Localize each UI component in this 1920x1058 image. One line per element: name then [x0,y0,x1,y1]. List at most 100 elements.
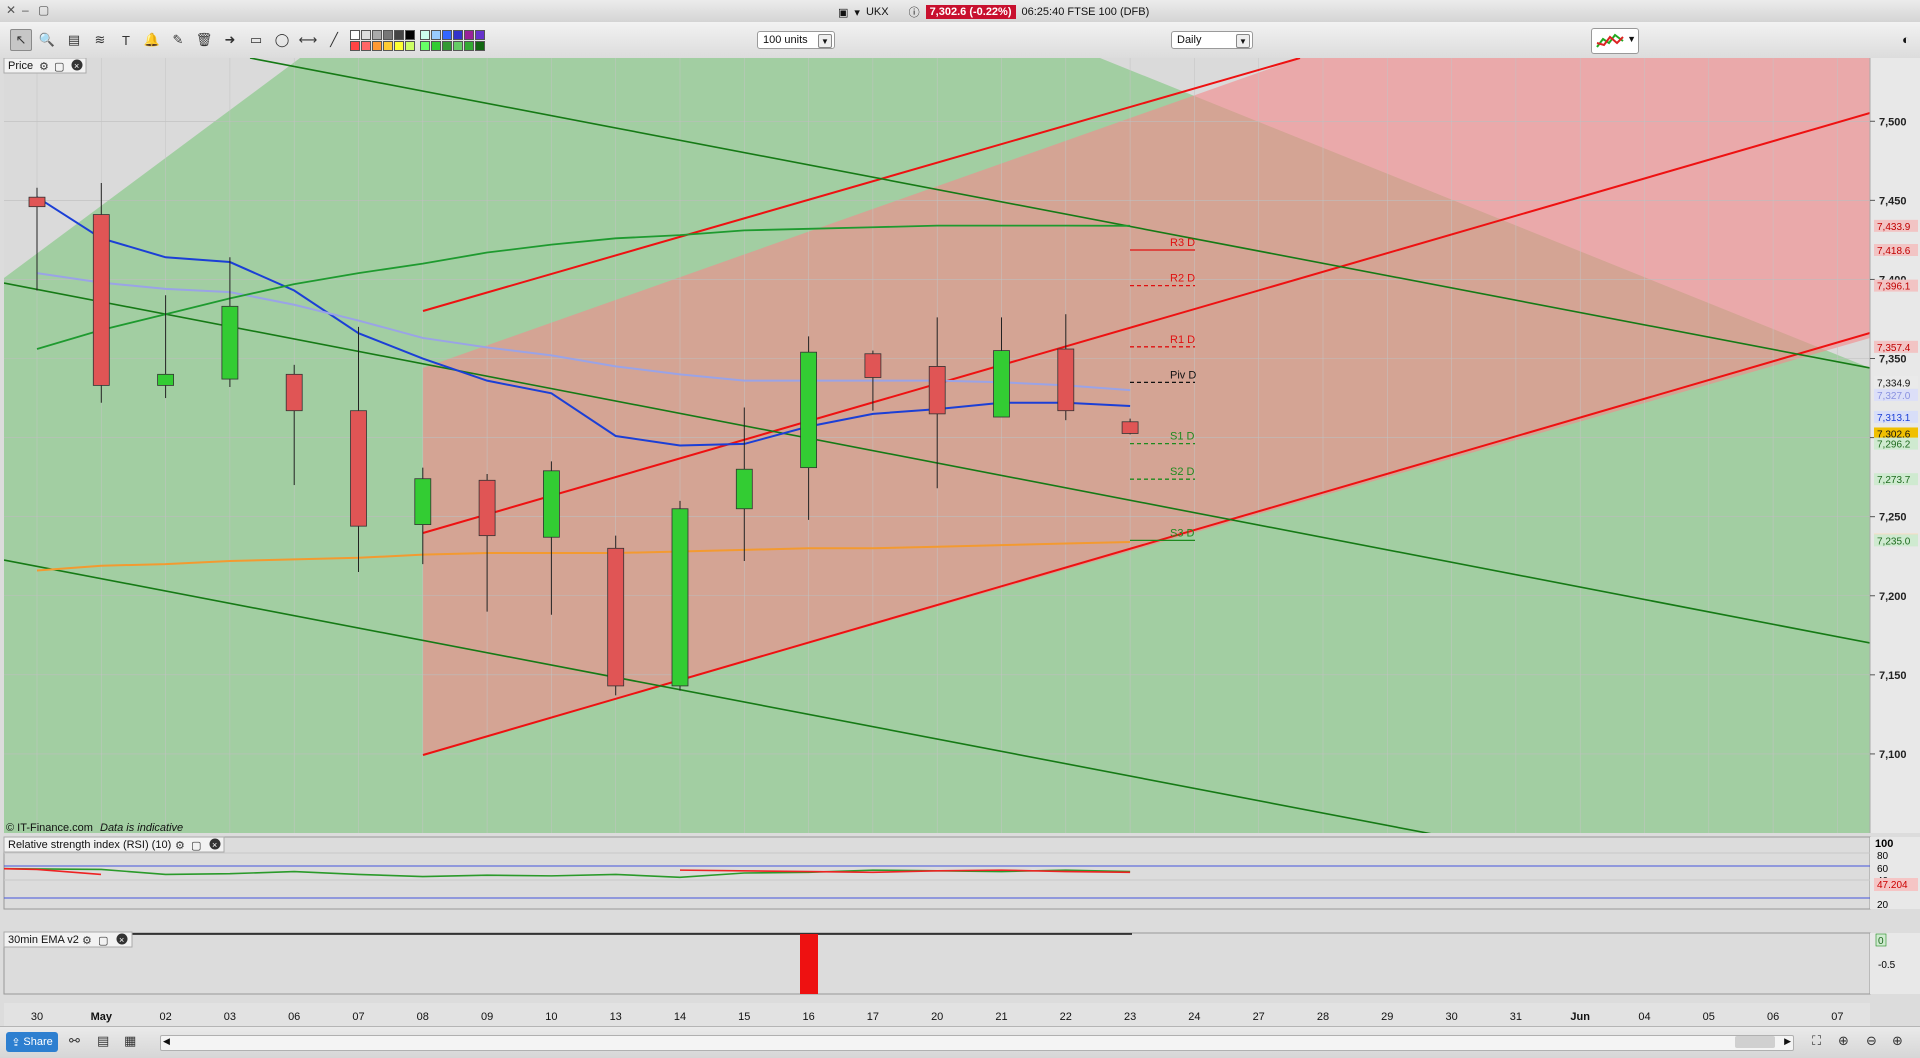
fit-view-icon[interactable]: ⛶ [1812,1033,1821,1049]
chart-area[interactable]: R3 D R2 D R1 D Piv D S1 D S2 D S3 D 7,500 7,450… [0,58,1920,1026]
price-tick-label: 7,150 [1879,670,1907,682]
interval-select[interactable]: Daily ▼ [1171,31,1253,49]
share-button[interactable]: ⇪ Share [6,1032,58,1052]
zoom-tool-icon[interactable]: 🔍 [37,30,57,50]
candle-up [800,351,817,469]
pivot-label: R2 D [1170,273,1195,285]
price-tick-label: 7,500 [1879,116,1907,128]
candle-up [414,478,432,525]
ema-settings-wrench-icon[interactable]: ⚙ [82,935,92,947]
alert-bell-icon[interactable]: 🔔 [142,30,162,50]
rsi-tick-80: 80 [1877,851,1889,862]
trend-line-icon[interactable]: ╱ [324,30,344,50]
candle-up [221,305,239,380]
time-axis-label: 06 [1767,1011,1779,1023]
pivot-label: S3 D [1170,527,1195,539]
price-settings-wrench-icon[interactable]: ⚙ [39,61,49,73]
price-badge: 7,313.1 [1877,413,1911,424]
maximize-window-icon[interactable]: ▢ [38,3,49,17]
candle-up [993,350,1010,418]
pivot-label: R3 D [1170,237,1195,249]
price-badge: 7,396.1 [1877,282,1911,293]
panel-toggle-icon[interactable]: ◐ [1902,32,1910,47]
time-axis-label: 07 [352,1011,364,1023]
candle-down [285,373,303,412]
rsi-panel: 100 80 60 40 20 47.204 Relative strength… [3,836,1920,911]
price-tick-label: 7,450 [1879,195,1907,207]
candle-down [928,366,946,415]
time-axis-label: 23 [1124,1011,1136,1023]
ema-value-badge: 0 [1878,936,1884,947]
chart-tool-icon[interactable]: ▤ [64,30,84,50]
arrow-right-icon[interactable]: ➜ [220,30,240,50]
price-tick-label: 7,350 [1879,354,1907,366]
time-axis-label: 13 [610,1011,622,1023]
price-panel-window-icon[interactable]: ▢ [54,61,64,73]
ema-histogram-bar [800,934,818,994]
bottom-bar: ⇪ Share ⚯ ▤ ▦ ◀ ▶ ⛶ ⊕ ⊖ ⊕ [0,1026,1920,1058]
magic-wand-icon[interactable]: ✎ [168,30,188,50]
time-axis-label: 17 [867,1011,879,1023]
print-icon[interactable]: ▤ [97,1033,109,1049]
chart-style-button[interactable]: ▼ [1591,28,1639,54]
candle-down [864,353,882,378]
link-icon[interactable]: ⚯ [69,1033,80,1049]
candle-up [735,468,753,510]
chart-scrollbar[interactable]: ◀ ▶ [160,1035,1794,1051]
color-palette[interactable] [350,30,505,52]
time-axis-label: 20 [931,1011,943,1023]
zoom-in-icon[interactable]: ⊕ [1892,1033,1903,1049]
line-tool-icon[interactable]: ⟷ [298,30,318,50]
time-axis-label: 06 [288,1011,300,1023]
zoom-out-icon[interactable]: ⊖ [1866,1033,1877,1049]
rsi-panel-window-icon[interactable]: ▢ [191,840,201,852]
time-axis-label: 16 [802,1011,814,1023]
chart-style-icon [1596,33,1624,48]
candle-up [671,508,689,687]
symbol-label: UKX [865,6,889,18]
rectangle-tool-icon[interactable]: ▭ [246,30,266,50]
price-panel-header: Price ⚙ ▢ × [3,58,87,74]
info-icon[interactable]: ⓘ [909,4,920,20]
candle-down [1121,421,1139,434]
text-tool-icon[interactable]: T [116,30,136,50]
pointer-tool-icon[interactable]: ↖ [10,29,32,51]
time-axis-label: 08 [417,1011,429,1023]
time-axis-label: 29 [1381,1011,1393,1023]
dropdown-caret-icon[interactable]: ▾ [854,6,860,19]
candle-down [28,196,46,208]
data-disclaimer: Data is indicative [100,822,183,834]
time-axis-label: 28 [1317,1011,1329,1023]
trash-icon[interactable]: 🗑 [194,30,214,50]
units-select[interactable]: 100 units ▼ [757,31,835,49]
scrollbar-thumb[interactable] [1735,1036,1775,1048]
price-change-badge: 7,302.6 (-0.22%) [925,5,1016,19]
candle-down [350,410,367,527]
fibonacci-tool-icon[interactable]: ≋ [90,30,110,50]
rsi-settings-wrench-icon[interactable]: ⚙ [175,840,185,852]
svg-text:×: × [212,840,217,850]
zoom-area-icon[interactable]: ⊕ [1838,1033,1849,1049]
candle-down [1057,348,1075,412]
time-axis-label: 05 [1703,1011,1715,1023]
interval-dropdown-arrow-icon: ▼ [1236,34,1250,48]
ema-tick: -0.5 [1878,960,1896,971]
scroll-right-icon[interactable]: ▶ [1784,1036,1791,1047]
minimize-window-icon[interactable]: – [22,3,29,17]
ema-panel-header: 30min EMA v2 ⚙ ▢ × [3,931,133,948]
instrument-icon: ▣ [838,6,849,19]
price-badge: 7,433.9 [1877,222,1911,233]
share-icon: ⇪ [11,1036,21,1049]
close-window-icon[interactable]: ✕ [6,3,16,17]
units-select-value: 100 units [763,34,808,46]
price-panel-label: Price [8,60,33,72]
window-title: ▣ ▾ UKX ⓘ 7,302.6 (-0.22%) 06:25:40 FTSE… [838,4,1149,20]
spreadsheet-icon[interactable]: ▦ [124,1033,136,1049]
price-badge: 7,357.4 [1877,343,1911,354]
ema-panel-window-icon[interactable]: ▢ [98,935,108,947]
scroll-left-icon[interactable]: ◀ [163,1036,170,1047]
ellipse-tool-icon[interactable]: ◯ [272,30,292,50]
candle-down [607,547,625,687]
rsi-panel-label: Relative strength index (RSI) (10) [8,839,171,851]
candle-up [543,470,560,538]
